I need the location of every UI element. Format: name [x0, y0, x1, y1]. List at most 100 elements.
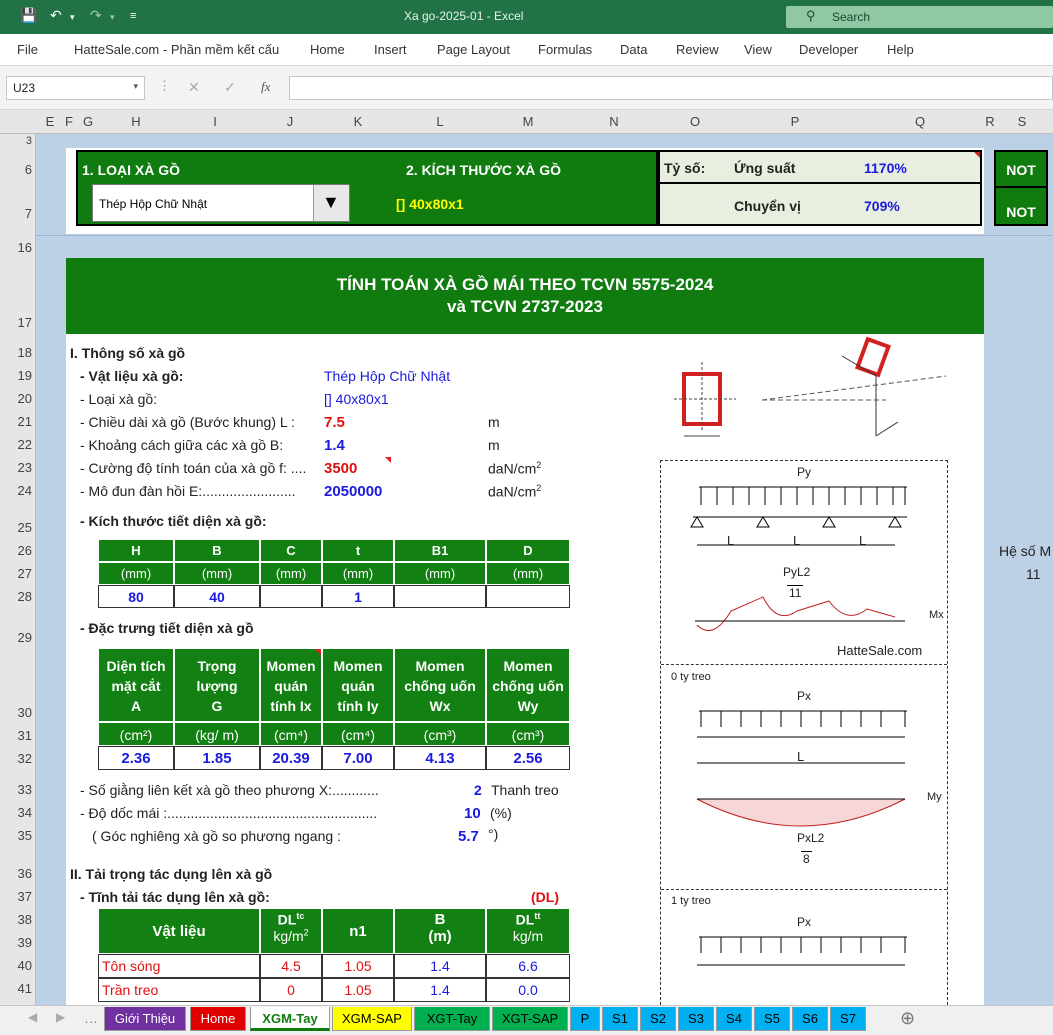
- row-header[interactable]: 41: [0, 981, 32, 996]
- tab-hattesale[interactable]: HatteSale.com - Phần mềm kết cấu: [74, 42, 279, 57]
- row-header[interactable]: 28: [0, 589, 32, 604]
- col-header-o[interactable]: O: [658, 114, 732, 129]
- scroll-right-icon[interactable]: ▶: [56, 1010, 65, 1024]
- redo-dropdown-icon[interactable]: ▾: [110, 12, 115, 23]
- tab-home[interactable]: Home: [310, 42, 345, 57]
- kt-value-c[interactable]: [260, 585, 322, 608]
- sheet-tab-s1[interactable]: S1: [602, 1007, 638, 1031]
- row-header[interactable]: 32: [0, 751, 32, 766]
- loai-dropdown[interactable]: Thép Hộp Chữ Nhật ▼: [92, 184, 350, 222]
- row-header[interactable]: 24: [0, 483, 32, 498]
- row-header[interactable]: 20: [0, 391, 32, 406]
- row-header[interactable]: 33: [0, 782, 32, 797]
- row-header[interactable]: 40: [0, 958, 32, 973]
- tab-view[interactable]: View: [744, 42, 772, 57]
- kt-value-t[interactable]: 1: [322, 585, 394, 608]
- row-header[interactable]: 37: [0, 889, 32, 904]
- tab-review[interactable]: Review: [676, 42, 719, 57]
- row-header[interactable]: 17: [0, 315, 32, 330]
- row-header[interactable]: 30: [0, 705, 32, 720]
- row-header[interactable]: 22: [0, 437, 32, 452]
- row-header[interactable]: 38: [0, 912, 32, 927]
- enter-icon[interactable]: ✓: [224, 79, 236, 96]
- tab-developer[interactable]: Developer: [799, 42, 858, 57]
- row-header[interactable]: 21: [0, 414, 32, 429]
- tab-formulas[interactable]: Formulas: [538, 42, 592, 57]
- col-header-f[interactable]: F: [62, 114, 76, 129]
- dl-row-n1[interactable]: 1.05: [322, 954, 394, 978]
- sheet-tab-s7[interactable]: S7: [830, 1007, 866, 1031]
- col-header-i[interactable]: I: [172, 114, 258, 129]
- sheet-tab-home[interactable]: Home: [190, 1007, 246, 1031]
- sheet-tab-s4[interactable]: S4: [716, 1007, 752, 1031]
- row-header[interactable]: 27: [0, 566, 32, 581]
- row-header[interactable]: 39: [0, 935, 32, 950]
- save-icon[interactable]: 💾: [20, 7, 37, 24]
- tab-data[interactable]: Data: [620, 42, 647, 57]
- cancel-icon[interactable]: ✕: [188, 79, 200, 96]
- row-header[interactable]: 25: [0, 520, 32, 535]
- name-box[interactable]: U23 ▾: [6, 76, 145, 100]
- dl-row-dltc[interactable]: 4.5: [260, 954, 322, 978]
- undo-icon[interactable]: ↶: [50, 7, 62, 24]
- dl-row-dltc[interactable]: 0: [260, 978, 322, 1002]
- row-header[interactable]: 26: [0, 543, 32, 558]
- undo-dropdown-icon[interactable]: ▾: [70, 12, 75, 23]
- row-header[interactable]: 6: [0, 162, 32, 177]
- row-header[interactable]: 18: [0, 345, 32, 360]
- tab-page-layout[interactable]: Page Layout: [437, 42, 510, 57]
- row-header[interactable]: 7: [0, 206, 32, 221]
- scroll-left-icon[interactable]: ◀: [28, 1010, 37, 1024]
- sheet-grid[interactable]: 1. LOẠI XÀ GỒ Thép Hộp Chữ Nhật ▼ 2. KÍC…: [36, 134, 1053, 1005]
- sheet-tab-xgm-tay[interactable]: XGM-Tay: [250, 1007, 330, 1031]
- sheet-tab-s2[interactable]: S2: [640, 1007, 676, 1031]
- row-header[interactable]: 29: [0, 630, 32, 645]
- more-tabs-icon[interactable]: …: [84, 1010, 98, 1026]
- search-box[interactable]: ⚲ Search: [786, 6, 1053, 28]
- col-header-m[interactable]: M: [486, 114, 570, 129]
- col-header-s[interactable]: S: [998, 114, 1046, 129]
- sheet-tab-p[interactable]: P: [570, 1007, 600, 1031]
- row-header[interactable]: 16: [0, 240, 32, 255]
- dropdown-button[interactable]: ▼: [313, 185, 349, 221]
- redo-icon[interactable]: ↷: [90, 7, 102, 24]
- formula-input[interactable]: [289, 76, 1053, 100]
- kt-value-d[interactable]: [486, 585, 570, 608]
- col-header-h[interactable]: H: [100, 114, 172, 129]
- col-header-g[interactable]: G: [76, 114, 100, 129]
- dl-row-material[interactable]: Trần treo: [98, 978, 260, 1002]
- col-header-k[interactable]: K: [322, 114, 394, 129]
- col-header-l[interactable]: L: [394, 114, 486, 129]
- kt-value-b[interactable]: 40: [174, 585, 260, 608]
- add-sheet-icon[interactable]: ⊕: [900, 1008, 915, 1029]
- sheet-tab-s3[interactable]: S3: [678, 1007, 714, 1031]
- row-header[interactable]: 19: [0, 368, 32, 383]
- col-header-r[interactable]: R: [982, 114, 998, 129]
- tab-insert[interactable]: Insert: [374, 42, 407, 57]
- sheet-tab-xgm-sap[interactable]: XGM-SAP: [332, 1007, 412, 1031]
- sheet-tab-xgt-tay[interactable]: XGT-Tay: [414, 1007, 490, 1031]
- sheet-tab-gioi-thieu[interactable]: Giới Thiệu: [104, 1007, 186, 1031]
- row-header[interactable]: 35: [0, 828, 32, 843]
- kt-value-b1[interactable]: [394, 585, 486, 608]
- row-header[interactable]: 3: [0, 135, 32, 147]
- sheet-tab-s5[interactable]: S5: [754, 1007, 790, 1031]
- row-header[interactable]: 36: [0, 866, 32, 881]
- row-header[interactable]: 34: [0, 805, 32, 820]
- col-header-j[interactable]: J: [258, 114, 322, 129]
- tab-file[interactable]: File: [17, 42, 38, 57]
- col-header-p[interactable]: P: [732, 114, 858, 129]
- tab-help[interactable]: Help: [887, 42, 914, 57]
- kt-value-h[interactable]: 80: [98, 585, 174, 608]
- col-header-n[interactable]: N: [570, 114, 658, 129]
- sheet-tab-xgt-sap[interactable]: XGT-SAP: [492, 1007, 568, 1031]
- dl-row-n1[interactable]: 1.05: [322, 978, 394, 1002]
- sheet-tab-s6[interactable]: S6: [792, 1007, 828, 1031]
- fx-icon[interactable]: fx: [261, 79, 270, 95]
- col-header-e[interactable]: E: [38, 114, 62, 129]
- name-box-dropdown-icon[interactable]: ▾: [133, 81, 138, 92]
- dl-row-material[interactable]: Tôn sóng: [98, 954, 260, 978]
- col-header-q[interactable]: Q: [858, 114, 982, 129]
- row-header[interactable]: 23: [0, 460, 32, 475]
- customize-qat-icon[interactable]: ≡: [130, 10, 136, 22]
